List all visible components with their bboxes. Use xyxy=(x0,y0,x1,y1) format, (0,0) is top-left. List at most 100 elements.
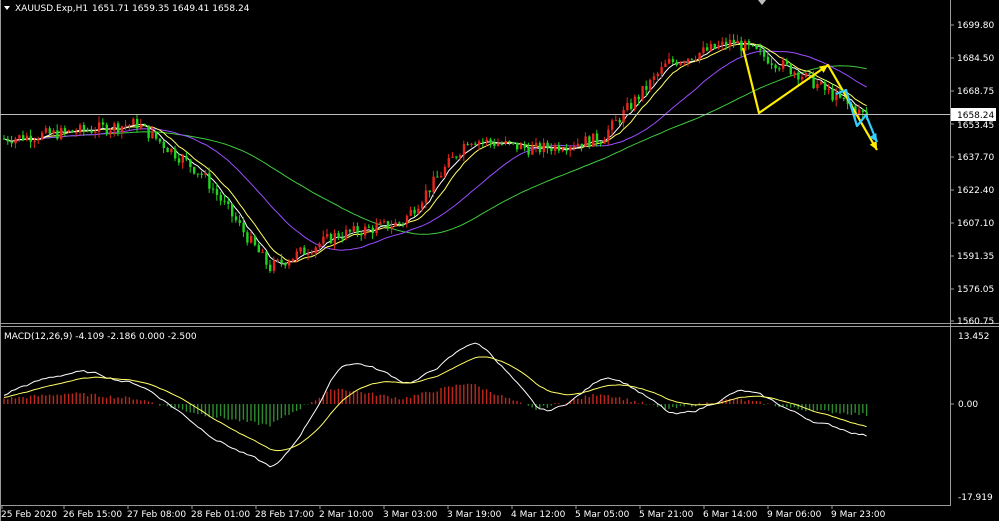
candle-body xyxy=(3,138,6,140)
candle-body xyxy=(326,234,329,237)
candle xyxy=(329,232,333,245)
candle-body xyxy=(136,118,139,129)
candle-body xyxy=(223,200,226,202)
candle-body xyxy=(151,131,154,139)
candle-body xyxy=(356,226,359,234)
candle-body xyxy=(523,144,526,148)
candle-body xyxy=(557,144,561,151)
candle-body xyxy=(569,146,572,151)
candle-body xyxy=(497,143,500,146)
candle-body xyxy=(789,64,792,75)
candle-body xyxy=(831,89,834,101)
candle-body xyxy=(170,148,173,153)
candle-body xyxy=(622,110,625,123)
candle-body xyxy=(421,202,424,209)
x-tick: 5 Mar 05:00 xyxy=(575,510,630,520)
candle-body xyxy=(432,176,435,193)
candle-body xyxy=(90,130,93,133)
candle-body xyxy=(664,63,667,68)
candle-body xyxy=(200,173,203,175)
candle-body xyxy=(595,133,599,143)
candle-body xyxy=(348,229,352,232)
candle-body xyxy=(561,150,564,152)
candle-body xyxy=(546,142,549,149)
candle-body xyxy=(440,175,443,178)
candle-body xyxy=(345,229,348,239)
candle-body xyxy=(269,264,272,271)
candle-body xyxy=(751,45,754,47)
candle-body xyxy=(717,45,720,49)
candle-body xyxy=(645,86,648,90)
candle-body xyxy=(668,59,671,64)
trading-chart[interactable]: 1658.24 XAUUSD.Exp,H1 1651.71 1659.35 16… xyxy=(0,0,999,521)
candle-body xyxy=(736,40,739,44)
x-tick: 27 Feb 08:00 xyxy=(127,510,186,520)
candle-body xyxy=(671,59,675,62)
candle-body xyxy=(611,120,614,130)
candle-body xyxy=(67,130,70,132)
candle-body xyxy=(63,128,67,132)
candle-body xyxy=(22,135,25,141)
candle-body xyxy=(770,63,773,65)
candle-body xyxy=(303,247,306,255)
candle xyxy=(641,86,644,102)
candle-body xyxy=(166,147,169,153)
candle-body xyxy=(599,142,602,144)
candle-body xyxy=(398,222,401,224)
candle-body xyxy=(785,60,789,65)
candle-body xyxy=(113,123,116,131)
candle-body xyxy=(504,141,507,145)
candle-body xyxy=(462,144,466,156)
y-tick: 1622.40 xyxy=(957,186,994,196)
candle-body xyxy=(98,122,101,132)
candle-body xyxy=(193,167,196,174)
ohlc-text: 1651.71 1659.35 1649.41 1658.24 xyxy=(92,4,250,14)
candle-body xyxy=(105,124,108,134)
candle-body xyxy=(333,233,336,244)
y-tick: 1607.10 xyxy=(957,219,994,229)
candle-body xyxy=(443,166,447,176)
candle-body xyxy=(94,131,97,133)
candle-body xyxy=(155,131,158,139)
candle-body xyxy=(314,247,317,254)
candle-body xyxy=(470,143,473,146)
candle-body xyxy=(478,141,481,145)
x-tick: 2 Mar 10:00 xyxy=(319,510,374,520)
candle-body xyxy=(527,147,530,155)
candle xyxy=(633,94,637,112)
candle-body xyxy=(816,84,819,89)
candle-body xyxy=(588,136,591,147)
candle-body xyxy=(120,126,124,133)
candle-body xyxy=(759,48,762,51)
candle-body xyxy=(481,141,485,143)
candle-body xyxy=(341,237,344,239)
candle-body xyxy=(706,47,709,51)
candle-body xyxy=(71,130,74,133)
candle-body xyxy=(804,72,808,78)
candle-body xyxy=(79,125,82,133)
candle-body xyxy=(41,132,44,140)
candle-body xyxy=(25,135,29,141)
candle-body xyxy=(842,97,846,100)
candle-body xyxy=(508,141,511,143)
candle-body xyxy=(318,243,321,248)
candle-body xyxy=(630,103,633,109)
candle-body xyxy=(177,158,181,163)
candle-body xyxy=(603,140,606,144)
candle-body xyxy=(713,43,716,49)
candle-body xyxy=(652,76,656,80)
candle-body xyxy=(405,215,409,224)
x-tick: 26 Feb 15:00 xyxy=(63,510,122,520)
y-tick: 1699.80 xyxy=(957,21,994,31)
candle-body xyxy=(554,144,557,151)
x-tick: 4 Mar 12:00 xyxy=(511,510,566,520)
y-tick: 1637.70 xyxy=(957,153,994,163)
candle-body xyxy=(56,130,59,139)
candle-body xyxy=(276,259,279,261)
candle-body xyxy=(679,62,682,65)
y-tick: 1576.05 xyxy=(957,285,994,295)
candle xyxy=(253,234,257,247)
candle-body xyxy=(265,252,268,265)
candle-body xyxy=(474,143,477,145)
candle-body xyxy=(436,176,439,178)
